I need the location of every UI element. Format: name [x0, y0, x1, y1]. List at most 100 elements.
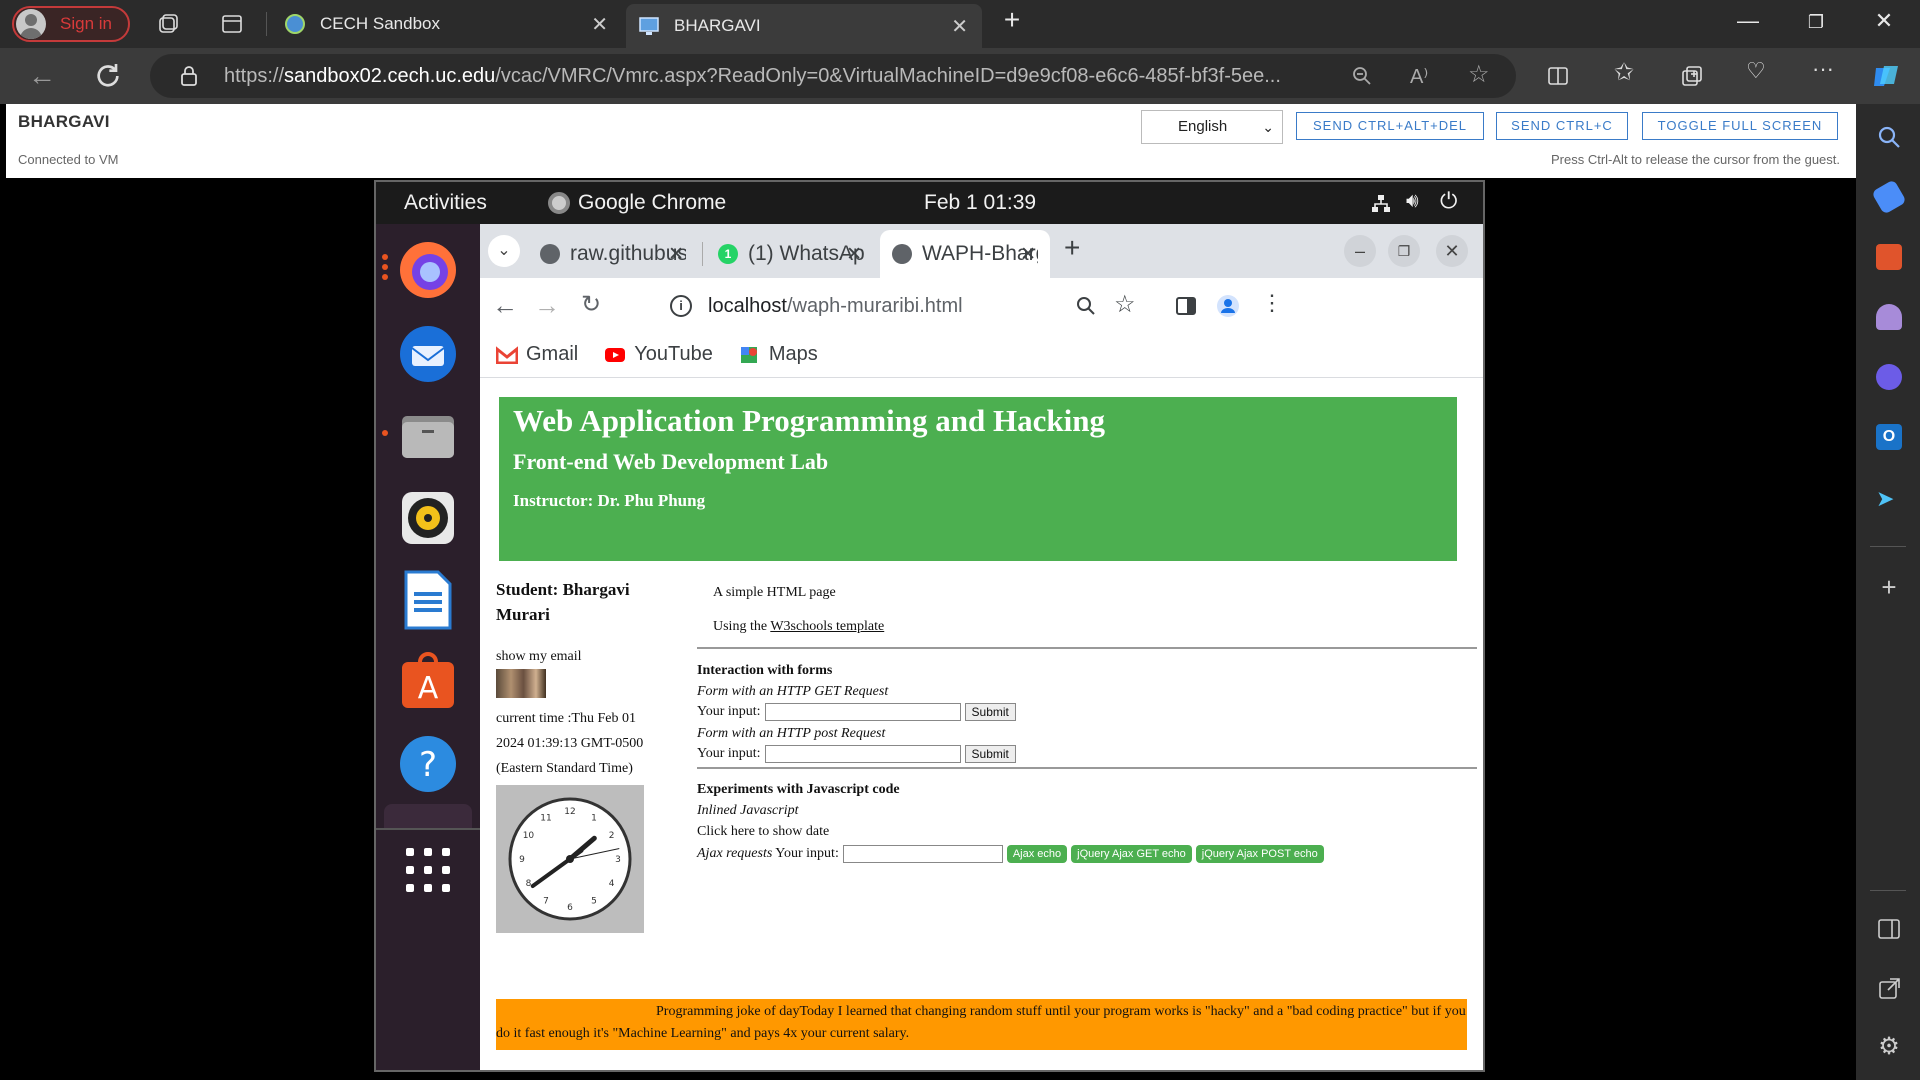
bookmark-star-icon[interactable]: ☆	[1114, 290, 1138, 318]
tab-raw-github[interactable]: raw.githubusercontent.com ✕	[528, 230, 698, 278]
ubuntu-desktop[interactable]: Activities Google Chrome Feb 1 01:39 🔊︎ …	[374, 180, 1485, 1072]
bookmark-youtube[interactable]: YouTube	[604, 343, 713, 366]
split-screen-icon[interactable]	[1546, 64, 1570, 88]
minimize-icon[interactable]: –	[1344, 235, 1376, 267]
zoom-icon[interactable]	[1074, 294, 1098, 318]
jquery-post-button[interactable]: jQuery Ajax POST echo	[1195, 845, 1324, 863]
tab-search-icon[interactable]: ⌄	[488, 235, 520, 267]
help-icon[interactable]: ?	[394, 730, 462, 798]
rhythmbox-icon[interactable]	[394, 484, 462, 552]
clock-numeral: 7	[543, 897, 549, 907]
tools-icon[interactable]	[1876, 244, 1902, 270]
send-ctrl-alt-del-button[interactable]: SEND CTRL+ALT+DEL	[1296, 112, 1484, 140]
libreoffice-writer-icon[interactable]	[394, 566, 462, 634]
close-window-icon[interactable]: ✕	[1864, 8, 1904, 34]
tab-waph[interactable]: WAPH-Bhargavi ✕	[880, 230, 1050, 278]
lock-icon[interactable]	[178, 65, 200, 87]
more-options-icon[interactable]: ···	[1812, 56, 1836, 81]
thunderbird-icon[interactable]	[394, 320, 462, 388]
w3schools-link[interactable]: W3schools template	[770, 619, 884, 634]
close-tab-icon[interactable]: ✕	[591, 12, 608, 37]
browser-essentials-icon[interactable]: ♡	[1746, 58, 1770, 83]
chrome-menu-icon[interactable]: ⋮	[1260, 290, 1284, 315]
restore-icon[interactable]: ❐	[1796, 12, 1836, 33]
side-panel-icon[interactable]	[1174, 294, 1198, 318]
date-time[interactable]: Feb 1 01:39	[924, 191, 1036, 215]
tab-actions-icon[interactable]	[220, 12, 244, 36]
url-host: localhost	[708, 294, 787, 317]
tab-title: BHARGAVI	[674, 16, 761, 35]
post-form: Your input: Submit	[697, 745, 1016, 763]
show-email-toggle[interactable]: show my email	[496, 649, 661, 665]
new-tab-button[interactable]: +	[1064, 232, 1080, 264]
minimize-icon[interactable]: —	[1728, 8, 1768, 34]
send-ctrl-c-button[interactable]: SEND CTRL+C	[1496, 112, 1628, 140]
maximize-icon[interactable]: ❐	[1388, 235, 1420, 267]
close-window-icon[interactable]: ✕	[1436, 235, 1468, 267]
close-tab-icon[interactable]: ✕	[668, 243, 684, 266]
get-input[interactable]	[764, 703, 961, 721]
ajax-input[interactable]	[842, 845, 1003, 863]
profile-signin-button[interactable]: Sign in	[12, 6, 130, 42]
search-icon[interactable]	[1876, 124, 1902, 150]
collections-icon[interactable]	[1680, 64, 1704, 88]
reload-icon[interactable]: ↻	[576, 290, 606, 319]
workspaces-icon[interactable]	[156, 12, 180, 36]
bookmark-maps[interactable]: Maps	[739, 343, 818, 366]
tab-cech-sandbox[interactable]: CECH Sandbox ✕	[272, 0, 622, 48]
gnome-top-bar: Activities Google Chrome Feb 1 01:39 🔊︎ …	[376, 182, 1483, 224]
favorites-icon[interactable]: ✩	[1614, 58, 1638, 86]
send-icon[interactable]: ➤	[1876, 486, 1902, 512]
favorite-star-icon[interactable]: ☆	[1468, 60, 1492, 88]
show-apps-icon[interactable]	[400, 842, 456, 898]
bookmark-gmail[interactable]: Gmail	[496, 343, 578, 366]
forward-icon[interactable]: →	[532, 290, 562, 321]
close-tab-icon[interactable]: ✕	[951, 14, 968, 39]
language-select[interactable]: English ⌄	[1141, 110, 1283, 144]
volume-icon[interactable]: 🔊︎	[1406, 190, 1428, 212]
url-bar[interactable]: https://sandbox02.cech.uc.edu/vcac/VMRC/…	[150, 54, 1516, 98]
app-center-icon[interactable]: A	[394, 648, 462, 716]
hide-sidebar-icon[interactable]	[1876, 916, 1902, 942]
toggle-fullscreen-button[interactable]: TOGGLE FULL SCREEN	[1642, 112, 1838, 140]
post-input[interactable]	[764, 745, 961, 763]
shopping-tag-icon[interactable]	[1871, 179, 1907, 215]
programming-joke: Programming joke of dayToday I learned t…	[496, 999, 1467, 1050]
omnibox[interactable]: i localhost/waph-muraribi.html	[662, 284, 1258, 328]
games-icon[interactable]	[1876, 304, 1902, 330]
tab-bhargavi[interactable]: BHARGAVI ✕	[626, 4, 982, 48]
files-icon[interactable]	[394, 402, 462, 470]
post-submit-button[interactable]: Submit	[964, 745, 1016, 763]
ajax-echo-button[interactable]: Ajax echo	[1006, 845, 1068, 863]
back-icon[interactable]: ←	[490, 290, 520, 321]
power-icon[interactable]: ⏻	[1440, 188, 1462, 213]
network-icon[interactable]	[1370, 193, 1392, 215]
get-submit-button[interactable]: Submit	[964, 703, 1016, 721]
tab-whatsapp[interactable]: 1 (1) WhatsApp ✕	[706, 230, 876, 278]
bookmark-label: YouTube	[634, 343, 713, 365]
zoom-icon[interactable]	[1350, 64, 1374, 88]
close-tab-icon[interactable]: ✕	[846, 243, 862, 266]
settings-gear-icon[interactable]: ⚙	[1876, 1034, 1902, 1060]
refresh-icon[interactable]	[92, 60, 124, 92]
sidebar-divider	[1870, 890, 1906, 891]
back-icon[interactable]: ←	[24, 58, 60, 94]
activities-button[interactable]: Activities	[404, 191, 487, 215]
profile-icon[interactable]	[1216, 294, 1240, 318]
bookmarks-bar: Gmail YouTube Maps	[480, 332, 1483, 378]
chrome-icon	[548, 192, 570, 214]
close-tab-icon[interactable]: ✕	[1020, 243, 1036, 266]
add-sidebar-app-icon[interactable]: +	[1876, 574, 1902, 600]
jquery-get-button[interactable]: jQuery Ajax GET echo	[1071, 845, 1192, 863]
outlook-icon[interactable]: O	[1876, 424, 1902, 450]
read-aloud-icon[interactable]: A⁾	[1410, 64, 1434, 88]
firefox-icon[interactable]	[394, 236, 462, 304]
copilot-sidebar-icon[interactable]	[1876, 364, 1902, 390]
monitor-favicon-icon	[639, 17, 659, 35]
app-menu[interactable]: Google Chrome	[548, 191, 726, 215]
show-date-trigger[interactable]: Click here to show date	[697, 824, 829, 840]
site-info-icon[interactable]: i	[670, 295, 692, 317]
new-tab-button[interactable]: +	[992, 4, 1032, 36]
external-link-icon[interactable]	[1876, 976, 1902, 1002]
copilot-icon[interactable]	[1870, 60, 1902, 92]
